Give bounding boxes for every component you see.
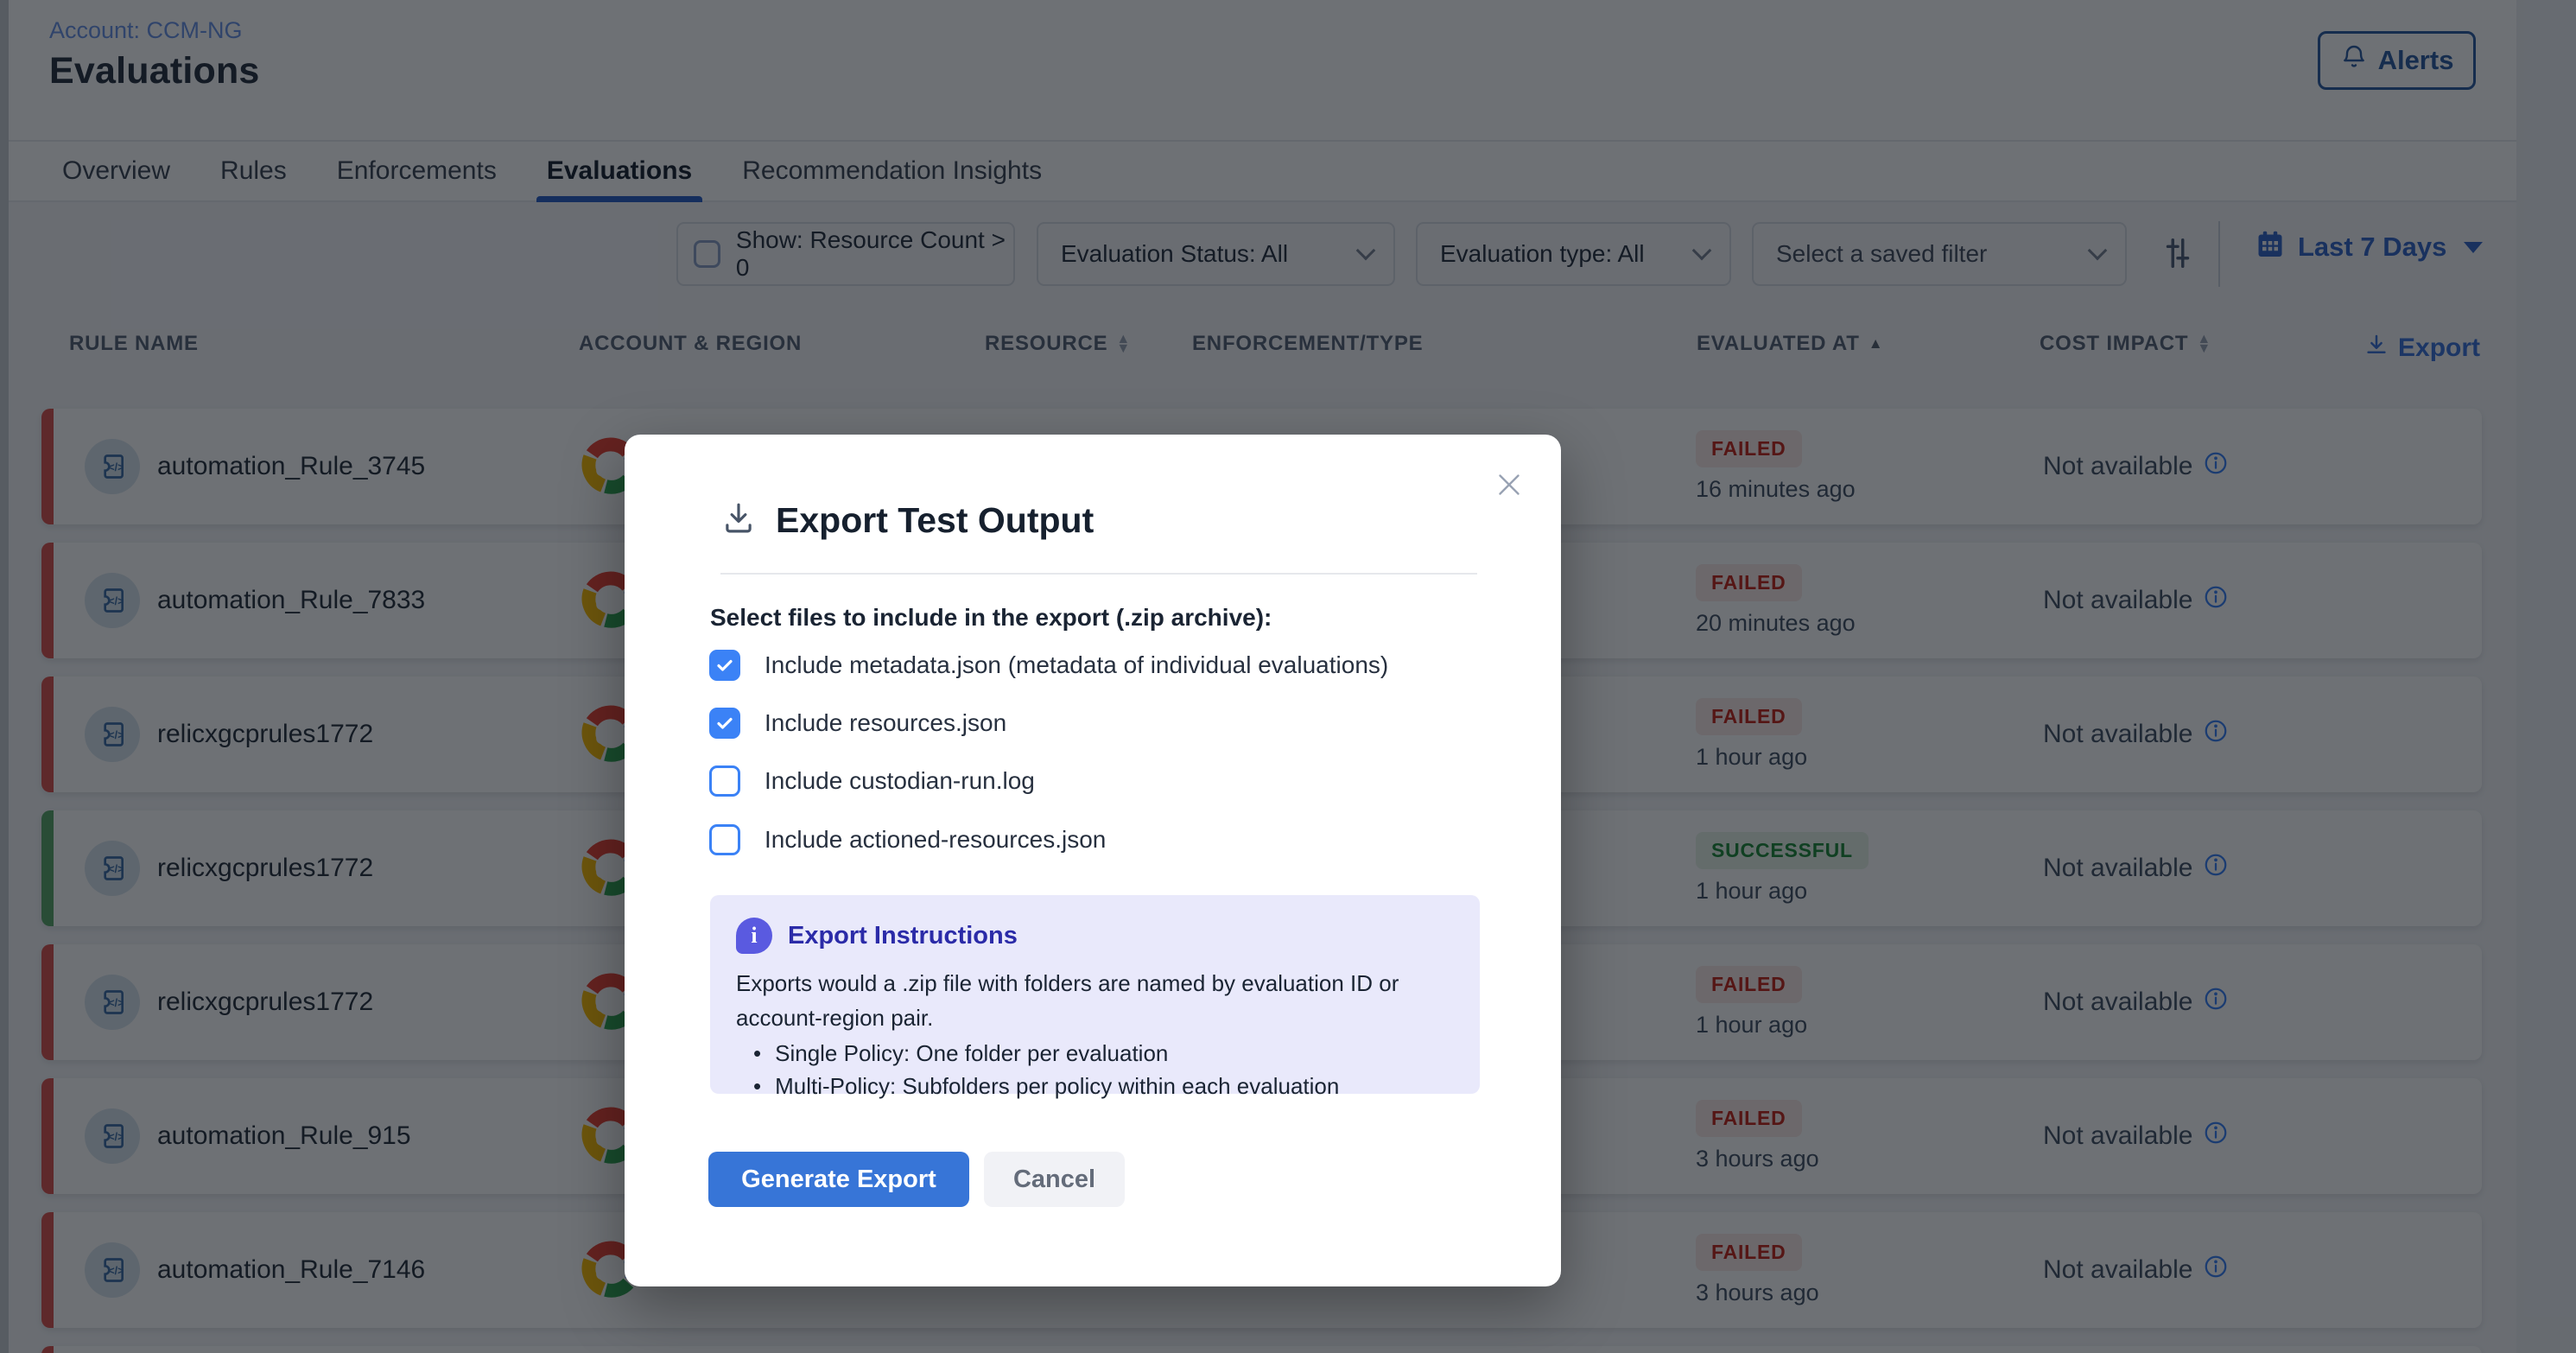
export-file-checkbox-row[interactable]: Include resources.json (709, 708, 1006, 739)
export-instructions-bullets: •Single Policy: One folder per evaluatio… (736, 1037, 1454, 1102)
info-bubble-icon: i (736, 918, 772, 954)
checkbox[interactable] (709, 765, 740, 797)
export-test-output-modal: Export Test Output Select files to inclu… (625, 435, 1561, 1286)
checkbox-label: Include metadata.json (metadata of indiv… (765, 651, 1388, 679)
export-file-checkbox-row[interactable]: Include custodian-run.log (709, 765, 1035, 797)
checkbox-label: Include custodian-run.log (765, 767, 1035, 795)
modal-title: Export Test Output (776, 500, 1094, 541)
checkbox[interactable] (709, 708, 740, 739)
screen: Account: CCM-NG Evaluations Alerts Overv… (0, 0, 2576, 1353)
modal-title-row: Export Test Output (720, 500, 1094, 541)
download-icon (720, 500, 757, 541)
checkbox[interactable] (709, 650, 740, 681)
generate-export-button[interactable]: Generate Export (708, 1152, 969, 1207)
close-icon[interactable] (1494, 469, 1525, 500)
checkbox-label: Include actioned-resources.json (765, 826, 1106, 854)
export-instructions-body: Exports would a .zip file with folders a… (736, 966, 1454, 1035)
modal-divider (720, 573, 1477, 575)
select-files-label: Select files to include in the export (.… (710, 604, 1272, 632)
export-file-checkbox-row[interactable]: Include metadata.json (metadata of indiv… (709, 650, 1388, 681)
export-instructions-title: Export Instructions (788, 922, 1018, 950)
bullet-item: •Multi-Policy: Subfolders per policy wit… (736, 1070, 1454, 1102)
cancel-button[interactable]: Cancel (984, 1152, 1125, 1207)
bullet-item: •Single Policy: One folder per evaluatio… (736, 1037, 1454, 1070)
export-instructions-box: i Export Instructions Exports would a .z… (710, 895, 1480, 1094)
checkbox-label: Include resources.json (765, 709, 1006, 737)
checkbox[interactable] (709, 824, 740, 855)
export-file-checkbox-row[interactable]: Include actioned-resources.json (709, 824, 1106, 855)
